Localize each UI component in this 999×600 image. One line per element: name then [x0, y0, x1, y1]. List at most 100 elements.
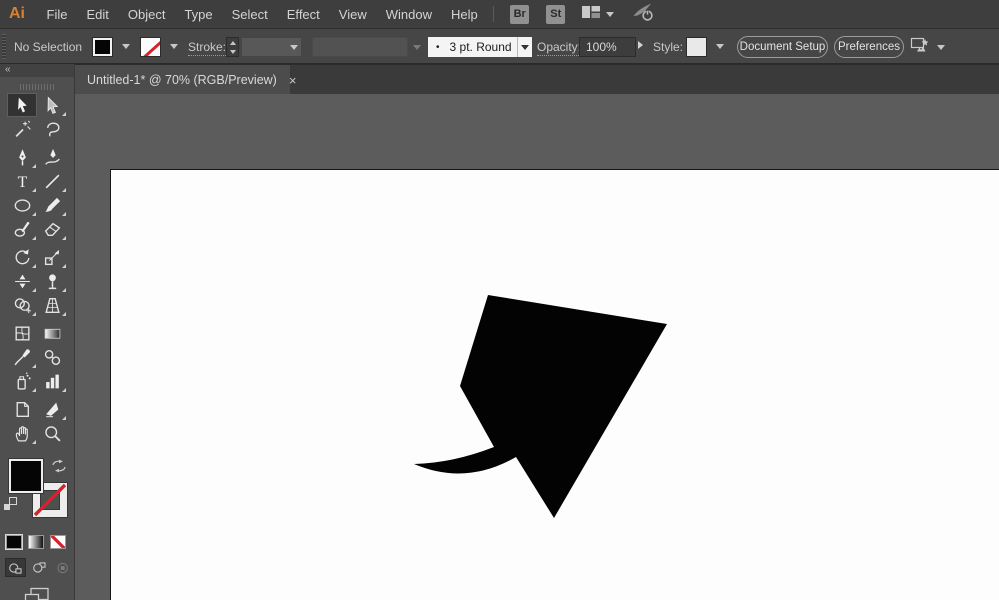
stroke-weight-stepper[interactable] [226, 37, 239, 57]
panel-grip[interactable] [2, 34, 6, 59]
zoom-tool[interactable] [37, 421, 67, 445]
fill-stroke-cluster [0, 457, 74, 529]
tools-panel-header[interactable]: « [0, 64, 74, 77]
opacity-panel-link[interactable]: Opacity: [537, 40, 581, 56]
direct-selection-tool[interactable] [37, 93, 67, 117]
scale-tool[interactable] [37, 245, 67, 269]
collapse-panel-icon[interactable]: « [5, 64, 11, 75]
line-segment-tool[interactable] [37, 169, 67, 193]
menu-item-edit[interactable]: Edit [77, 0, 118, 29]
selection-tool[interactable] [7, 93, 37, 117]
brush-definition-chevron[interactable] [517, 37, 532, 57]
gradient-tool-icon [43, 324, 62, 343]
gradient-tool[interactable] [37, 321, 67, 345]
symbol-sprayer-tool[interactable] [7, 369, 37, 393]
artboard[interactable] [110, 169, 999, 600]
opacity-arrow-icon[interactable] [638, 41, 643, 49]
stroke-weight-dropdown[interactable] [241, 37, 302, 57]
arrange-documents-button[interactable] [910, 37, 945, 58]
artwork-shape[interactable] [414, 295, 667, 518]
width-tool[interactable] [7, 269, 37, 293]
stock-button[interactable]: St [546, 5, 565, 24]
menu-bar: Ai FileEditObjectTypeSelectEffectViewWin… [0, 0, 999, 29]
perspective-grid-tool[interactable] [37, 293, 67, 317]
flyout-corner-icon [62, 264, 66, 268]
draw-normal-button[interactable] [5, 558, 26, 577]
menu-item-file[interactable]: File [37, 0, 77, 29]
mesh-tool[interactable] [7, 321, 37, 345]
change-screen-mode-icon[interactable] [24, 587, 50, 600]
preferences-button[interactable]: Preferences [834, 36, 904, 58]
gpu-performance-button[interactable] [632, 1, 656, 28]
style-swatch[interactable] [686, 37, 707, 57]
document-setup-button[interactable]: Document Setup [737, 36, 828, 58]
flyout-corner-icon [32, 440, 36, 444]
gradient-button[interactable] [28, 535, 44, 549]
menu-item-window[interactable]: Window [376, 0, 441, 29]
type-tool[interactable]: T [7, 169, 37, 193]
fill-chevron-down-icon[interactable] [122, 44, 130, 49]
chevron-down-icon [521, 45, 529, 50]
swap-fill-stroke-icon[interactable] [51, 459, 67, 473]
stroke-chevron-down-icon[interactable] [170, 44, 178, 49]
draw-behind-button[interactable] [29, 558, 50, 577]
document-tab[interactable]: Untitled-1* @ 70% (RGB/Preview) × [75, 65, 290, 95]
fill-swatch-large[interactable] [9, 459, 43, 493]
pen-tool-icon [13, 148, 32, 167]
style-chevron-down-icon[interactable] [716, 44, 724, 49]
menu-item-effect[interactable]: Effect [277, 0, 329, 29]
hand-tool[interactable] [7, 421, 37, 445]
flyout-corner-icon [62, 388, 66, 392]
rotate-tool[interactable] [7, 245, 37, 269]
brush-definition-dropdown[interactable]: • 3 pt. Round [428, 37, 517, 57]
shape-builder-tool[interactable] [7, 293, 37, 317]
column-graph-tool[interactable] [37, 369, 67, 393]
stroke-color-swatch[interactable] [140, 37, 161, 57]
curvature-tool[interactable] [37, 145, 67, 169]
workspace-switcher[interactable] [581, 4, 614, 25]
menu-item-type[interactable]: Type [175, 0, 222, 29]
flyout-corner-icon [32, 188, 36, 192]
menu-item-view[interactable]: View [329, 0, 376, 29]
chevron-down-icon [413, 45, 421, 50]
fill-color-swatch[interactable] [92, 37, 113, 57]
slice-tool[interactable] [37, 397, 67, 421]
workspace-icon [581, 4, 601, 25]
color-button[interactable] [6, 535, 22, 549]
magic-wand-tool[interactable] [7, 117, 37, 141]
none-button[interactable] [50, 535, 66, 549]
column-graph-tool-icon [43, 372, 62, 391]
chevron-down-icon [937, 45, 945, 50]
canvas-pasteboard[interactable] [75, 94, 999, 600]
panel-grip-dots[interactable] [20, 84, 54, 90]
shaper-tool[interactable] [7, 217, 37, 241]
blend-tool[interactable] [37, 345, 67, 369]
default-fill-stroke-icon[interactable] [4, 497, 19, 512]
stepper-up-icon[interactable] [230, 41, 236, 45]
flyout-corner-icon [32, 312, 36, 316]
flyout-corner-icon [32, 364, 36, 368]
close-tab-icon[interactable]: × [289, 73, 297, 88]
flyout-corner-icon [32, 236, 36, 240]
menu-item-help[interactable]: Help [441, 0, 487, 29]
puppet-warp-tool[interactable] [37, 269, 67, 293]
stroke-panel-link[interactable]: Stroke: [188, 40, 226, 56]
flyout-corner-icon [32, 164, 36, 168]
menu-item-select[interactable]: Select [222, 0, 277, 29]
lasso-tool[interactable] [37, 117, 67, 141]
eyedropper-tool-icon [13, 348, 32, 367]
style-label: Style: [653, 40, 683, 54]
eraser-tool[interactable] [37, 217, 67, 241]
menu-item-object[interactable]: Object [118, 0, 175, 29]
flyout-corner-icon [32, 288, 36, 292]
ellipse-tool[interactable] [7, 193, 37, 217]
eyedropper-tool[interactable] [7, 345, 37, 369]
opacity-input[interactable]: 100% [579, 37, 636, 57]
artboard-tool[interactable] [7, 397, 37, 421]
bridge-button[interactable]: Br [510, 5, 529, 24]
flyout-corner-icon [62, 416, 66, 420]
stepper-down-icon[interactable] [230, 50, 236, 54]
paintbrush-tool-icon [43, 196, 62, 215]
paintbrush-tool[interactable] [37, 193, 67, 217]
pen-tool[interactable] [7, 145, 37, 169]
